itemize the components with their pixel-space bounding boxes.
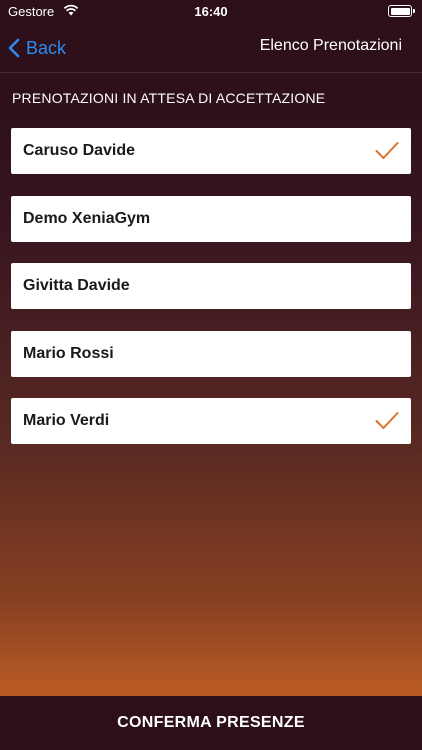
booking-name: Demo XeniaGym — [23, 209, 151, 227]
booking-name: Mario Rossi — [23, 344, 114, 362]
booking-name: Mario Verdi — [23, 412, 110, 429]
back-button[interactable]: Back — [8, 34, 66, 62]
chevron-left-icon — [8, 38, 20, 58]
booking-list: Caruso Davide Demo XeniaGym Givitta Davi… — [11, 128, 411, 466]
checkmark-icon — [375, 412, 399, 429]
battery-icon — [388, 5, 415, 17]
confirm-label: CONFERMA PRESENZE — [117, 714, 305, 731]
list-item[interactable]: Demo XeniaGym — [11, 195, 411, 242]
booking-name: Givitta Davide — [23, 277, 130, 294]
confirm-attendance-button[interactable]: CONFERMA PRESENZE — [0, 696, 422, 750]
nav-divider — [0, 72, 422, 73]
checkmark-icon — [375, 142, 399, 159]
page-title: Elenco Prenotazioni — [259, 37, 402, 54]
booking-name: Caruso Davide — [23, 142, 136, 159]
list-item[interactable]: Caruso Davide — [11, 128, 411, 174]
status-bar: Gestore 16:40 — [0, 0, 422, 24]
list-item[interactable]: Givitta Davide — [11, 263, 411, 309]
list-item[interactable]: Mario Rossi — [11, 330, 411, 377]
navigation-bar: Back Elenco Prenotazioni — [0, 24, 422, 72]
section-header: PRENOTAZIONI IN ATTESA DI ACCETTAZIONE — [12, 90, 326, 106]
back-label: Back — [26, 37, 67, 58]
list-item[interactable]: Mario Verdi — [11, 398, 411, 444]
clock: 16:40 — [194, 4, 228, 19]
